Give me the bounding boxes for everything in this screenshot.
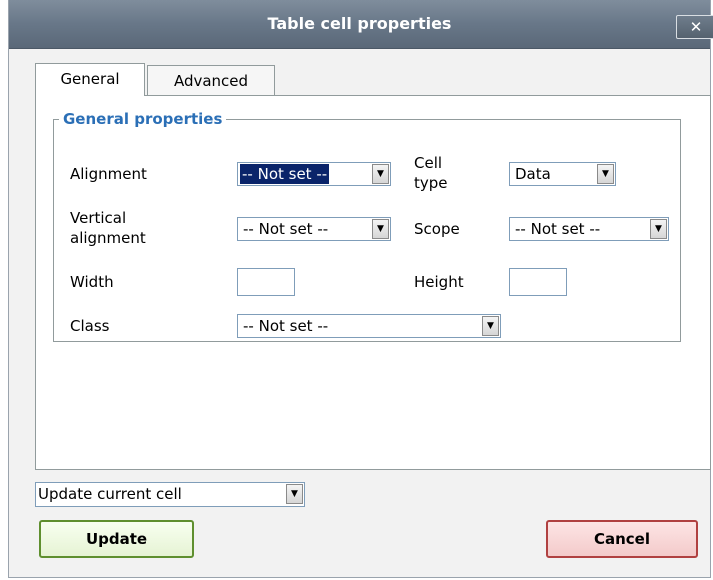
- scope-select-value: -- Not set --: [515, 220, 601, 238]
- alignment-select[interactable]: -- Not set -- ▼: [237, 162, 391, 186]
- alignment-label: Alignment: [70, 165, 147, 183]
- chevron-down-icon[interactable]: ▼: [372, 219, 389, 239]
- general-panel: General properties Alignment -- Not set …: [35, 95, 711, 470]
- update-button[interactable]: Update: [39, 520, 194, 558]
- vertical-alignment-select[interactable]: -- Not set -- ▼: [237, 217, 391, 241]
- title-bar[interactable]: Table cell properties ✕: [9, 0, 713, 49]
- width-label: Width: [70, 273, 114, 291]
- close-icon[interactable]: ✕: [676, 15, 713, 39]
- cell-type-label-line1: Cell: [414, 154, 443, 172]
- vertical-alignment-label-line2: alignment: [70, 229, 146, 247]
- cell-type-select[interactable]: Data ▼: [509, 162, 616, 186]
- update-scope-select[interactable]: Update current cell ▼: [35, 482, 305, 507]
- width-input[interactable]: [237, 268, 295, 296]
- height-input[interactable]: [509, 268, 567, 296]
- cell-type-select-value: Data: [515, 165, 551, 183]
- cell-type-label-line2: type: [414, 174, 448, 192]
- alignment-select-value: -- Not set --: [240, 164, 330, 184]
- tab-general[interactable]: General: [35, 63, 145, 96]
- scope-select[interactable]: -- Not set -- ▼: [509, 217, 669, 241]
- vertical-alignment-label-line1: Vertical: [70, 209, 127, 227]
- cancel-button[interactable]: Cancel: [546, 520, 698, 558]
- general-properties-fieldset: General properties Alignment -- Not set …: [53, 110, 681, 342]
- chevron-down-icon[interactable]: ▼: [372, 164, 389, 184]
- tab-advanced[interactable]: Advanced: [147, 65, 275, 95]
- chevron-down-icon[interactable]: ▼: [286, 484, 303, 504]
- update-scope-select-value: Update current cell: [38, 485, 182, 503]
- vertical-alignment-select-value: -- Not set --: [243, 220, 329, 238]
- class-select-value: -- Not set --: [243, 317, 329, 335]
- dialog-title: Table cell properties: [267, 14, 452, 33]
- height-label: Height: [414, 273, 464, 291]
- class-label: Class: [70, 317, 110, 335]
- chevron-down-icon[interactable]: ▼: [650, 219, 667, 239]
- chevron-down-icon[interactable]: ▼: [482, 316, 499, 336]
- table-cell-properties-dialog: Table cell properties ✕ General Advanced…: [8, 0, 713, 578]
- chevron-down-icon[interactable]: ▼: [597, 164, 614, 184]
- general-properties-legend: General properties: [63, 110, 223, 128]
- scope-label: Scope: [414, 220, 460, 238]
- class-select[interactable]: -- Not set -- ▼: [237, 314, 501, 338]
